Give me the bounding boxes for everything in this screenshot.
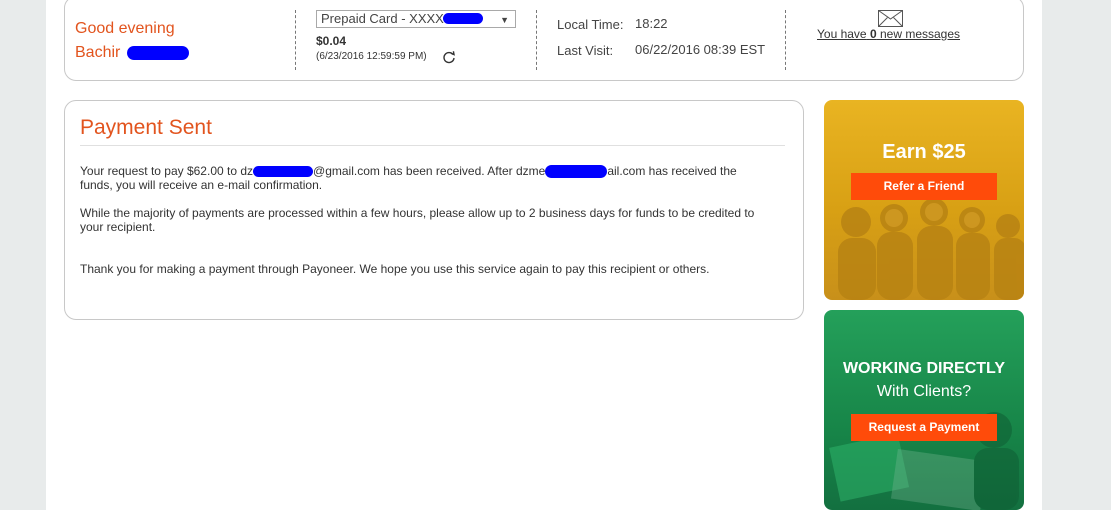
confirmation-text: Your request to pay $62.00 to dz	[80, 164, 254, 178]
messages-prefix: You have	[817, 27, 867, 41]
header-divider	[785, 10, 786, 70]
card-select-value: Prepaid Card - XXXX	[321, 11, 444, 26]
processing-line: While the majority of payments are proce…	[80, 206, 755, 220]
greeting: Good evening Bachir	[75, 17, 189, 65]
promo-heading: Earn $25	[882, 141, 966, 163]
confirmation-text: @gmail.com has been received. After dzme	[313, 164, 546, 178]
confirmation-paragraph: Your request to pay $62.00 to dz @gmail.c…	[80, 164, 780, 192]
user-name: Bachir	[75, 41, 189, 65]
redaction-mark	[253, 166, 314, 178]
last-visit-label: Last Visit:	[557, 43, 614, 58]
title-divider	[80, 145, 785, 146]
redaction-mark	[545, 165, 608, 179]
confirmation-line: Your request to pay $62.00 to dz @gmail.c…	[80, 164, 780, 179]
promo-heading: WORKING DIRECTLY	[842, 360, 1006, 377]
user-first-name: Bachir	[75, 44, 121, 61]
greeting-text: Good evening	[75, 20, 175, 37]
messages-suffix: new messages	[879, 27, 961, 41]
local-time-label: Local Time:	[557, 17, 624, 32]
request-payment-button[interactable]: Request a Payment	[851, 414, 997, 441]
messages-count: 0	[869, 27, 877, 41]
page-title: Payment Sent	[80, 116, 212, 139]
request-payment-banner[interactable]: WORKING DIRECTLY With Clients? Request a…	[824, 310, 1024, 510]
people-illustration	[838, 198, 1024, 300]
card-select[interactable]: Prepaid Card - XXXX ▼	[316, 10, 516, 28]
last-visit-value: 06/22/2016 08:39 EST	[635, 42, 766, 57]
confirmation-line: funds, you will receive an e-mail confir…	[80, 178, 323, 193]
processing-line: your recipient.	[80, 220, 156, 234]
balance-timestamp: (6/23/2016 12:59:59 PM)	[316, 51, 427, 62]
messages-link[interactable]: You have 0 new messages	[817, 27, 960, 41]
refer-friend-button[interactable]: Refer a Friend	[851, 173, 997, 200]
header-divider	[295, 10, 296, 70]
card-balance: $0.04	[316, 34, 347, 48]
envelope-icon[interactable]	[878, 10, 903, 27]
processing-paragraph: While the majority of payments are proce…	[80, 206, 780, 234]
refer-friend-banner[interactable]: Earn $25 Refer a Friend	[824, 100, 1024, 300]
redaction-mark	[443, 13, 484, 24]
thank-you-paragraph: Thank you for making a payment through P…	[80, 262, 710, 276]
refresh-icon[interactable]	[442, 50, 456, 64]
local-time-value: 18:22	[635, 16, 668, 31]
redaction-mark	[126, 45, 189, 60]
promo-subheading: With Clients?	[876, 383, 972, 400]
header-divider	[536, 10, 537, 70]
dropdown-arrow-icon[interactable]: ▼	[500, 12, 509, 28]
confirmation-text: ail.com has received the	[607, 164, 737, 178]
